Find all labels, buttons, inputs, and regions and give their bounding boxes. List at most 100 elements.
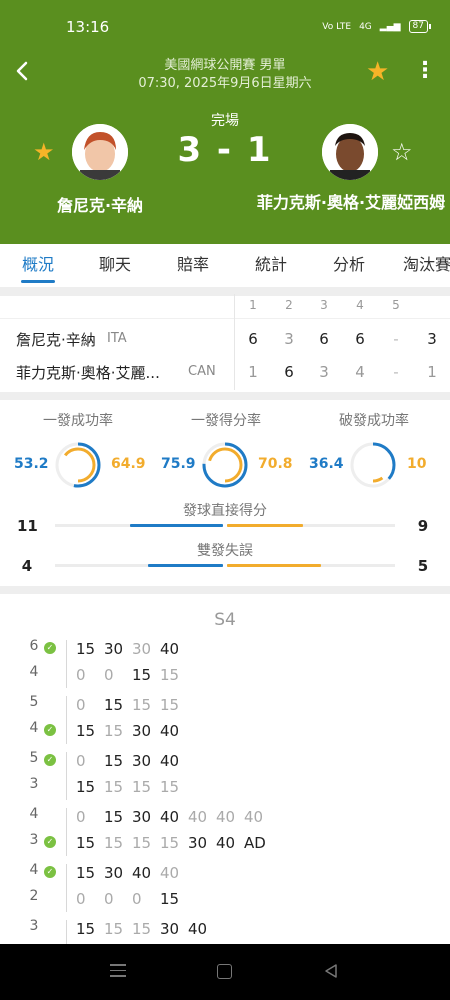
home-stat-value: 36.4 — [309, 456, 344, 472]
system-nav-bar — [0, 944, 450, 1000]
home-game-score: 6 — [29, 638, 39, 654]
point-score: 0 — [104, 666, 114, 684]
point-score: 40 — [216, 834, 236, 852]
set-header: 5 — [392, 298, 400, 312]
set-score: 6 — [248, 330, 258, 348]
stat-ring — [348, 440, 398, 490]
home-points-row: 15 30 30 40 — [76, 638, 188, 660]
away-player-name: 菲力克斯·奧格·艾麗... — [16, 364, 160, 382]
menu-icon[interactable] — [110, 964, 126, 978]
more-vertical-icon[interactable]: ⋮ — [414, 58, 436, 84]
point-score: 15 — [132, 666, 152, 684]
stat-title: 一發成功率 — [43, 413, 113, 429]
home-stat-value: 4 — [21, 557, 33, 575]
tab-chat[interactable]: 聊天 — [76, 244, 154, 287]
point-score: 40 — [132, 864, 152, 882]
away-bar — [227, 564, 321, 567]
divider — [66, 640, 67, 688]
home-player-avatar[interactable] — [72, 124, 128, 180]
set-score: - — [393, 330, 399, 348]
point-score: 30 — [188, 834, 208, 852]
game-row: 5 ✓ 0 15 30 40 3 15 15 15 15 — [0, 750, 450, 806]
point-by-point: 6 ✓ 15 30 30 40 4 0 0 15 15 5 0 15 15 15 4 ✓ 15 15 30 40 5 ✓ 0 15… — [0, 638, 450, 974]
home-points-row: 0 15 30 40 — [76, 750, 188, 772]
game-row: 6 ✓ 15 30 30 40 4 0 0 15 15 — [0, 638, 450, 694]
away-points-row: 15 15 15 15 30 40 AD — [76, 832, 272, 854]
home-points-row: 15 30 40 40 — [76, 862, 188, 884]
divider — [0, 392, 450, 400]
serve-ball-icon: ✓ — [44, 836, 56, 848]
signal-label: 4G — [359, 21, 372, 32]
set-score: 6 — [319, 330, 329, 348]
tab-analysis[interactable]: 分析 — [310, 244, 388, 287]
tab-stats[interactable]: 統計 — [232, 244, 310, 287]
point-score: 15 — [76, 920, 96, 938]
point-score: 30 — [104, 864, 124, 882]
point-score: 0 — [76, 666, 86, 684]
away-points-row: 0 0 0 15 — [76, 888, 188, 910]
away-game-score: 3 — [29, 776, 39, 792]
set-score: 4 — [355, 363, 365, 381]
star-filled-icon[interactable]: ★ — [366, 58, 389, 86]
home-player-name[interactable]: 詹尼克·辛納 — [40, 192, 160, 216]
match-header: 13:16 Vo LTE 4G ▂▄▆ 87 美國網球公開賽 男單 07:30,… — [0, 0, 450, 244]
home-bar — [130, 524, 223, 527]
favorite-home-star-icon[interactable]: ★ — [33, 138, 55, 166]
set-score: 3 — [319, 363, 329, 381]
serve-ball-icon: ✓ — [44, 642, 56, 654]
total-score: 1 — [427, 363, 437, 381]
set-label: S4 — [214, 610, 236, 630]
point-score: 15 — [132, 778, 152, 796]
match-score: 3 - 1 — [177, 130, 273, 170]
point-score: 30 — [132, 808, 152, 826]
divider — [66, 696, 67, 744]
point-score: 40 — [216, 808, 236, 826]
set-score: - — [393, 363, 399, 381]
battery-icon: 87 — [408, 20, 432, 33]
total-score: 3 — [427, 330, 437, 348]
point-score: 15 — [160, 778, 180, 796]
bar-title: 發球直接得分 — [183, 503, 267, 519]
signal-icon: ▂▄▆ — [379, 21, 401, 32]
set-score: 1 — [248, 363, 258, 381]
point-score: 40 — [188, 808, 208, 826]
away-player-avatar[interactable] — [322, 124, 378, 180]
set-score: 6 — [355, 330, 365, 348]
away-player-name[interactable]: 菲力克斯·奧格·艾麗婭西姆 — [256, 192, 446, 214]
point-score: 0 — [76, 696, 86, 714]
home-game-score: 4 — [29, 806, 39, 822]
favorite-away-star-icon[interactable]: ☆ — [391, 138, 413, 166]
away-stat-value: 5 — [417, 557, 429, 575]
home-game-score: 5 — [29, 750, 39, 766]
point-score: 15 — [76, 834, 96, 852]
home-points-row: 15 15 15 30 40 — [76, 918, 216, 940]
serve-ball-icon: ✓ — [44, 754, 56, 766]
tab-knockout[interactable]: 淘汰賽 — [388, 244, 450, 287]
status-time: 13:16 — [66, 18, 110, 36]
point-score: 40 — [244, 808, 264, 826]
divider — [0, 288, 450, 296]
home-icon[interactable] — [217, 964, 232, 979]
home-points-row: 0 15 15 15 — [76, 694, 188, 716]
point-score: 0 — [132, 890, 142, 908]
point-score: 40 — [160, 864, 180, 882]
point-score: 15 — [160, 890, 180, 908]
match-status: 完場 — [211, 113, 239, 129]
away-points-row: 15 15 15 15 — [76, 776, 188, 798]
point-score: 15 — [104, 920, 124, 938]
home-stat-value: 53.2 — [14, 456, 49, 472]
away-game-score: 3 — [29, 832, 39, 848]
back-triangle-icon[interactable] — [322, 962, 340, 980]
network-label: Vo LTE — [322, 21, 352, 32]
point-score: 15 — [104, 834, 124, 852]
tab-overview[interactable]: 概況 — [0, 244, 76, 287]
point-score: 15 — [76, 778, 96, 796]
point-score: 15 — [132, 834, 152, 852]
point-score: 30 — [132, 722, 152, 740]
point-score: 30 — [104, 640, 124, 658]
stat-ring — [200, 440, 250, 490]
tab-odds[interactable]: 賠率 — [154, 244, 232, 287]
divider — [0, 586, 450, 594]
divider — [66, 808, 67, 856]
home-country: ITA — [107, 331, 127, 346]
